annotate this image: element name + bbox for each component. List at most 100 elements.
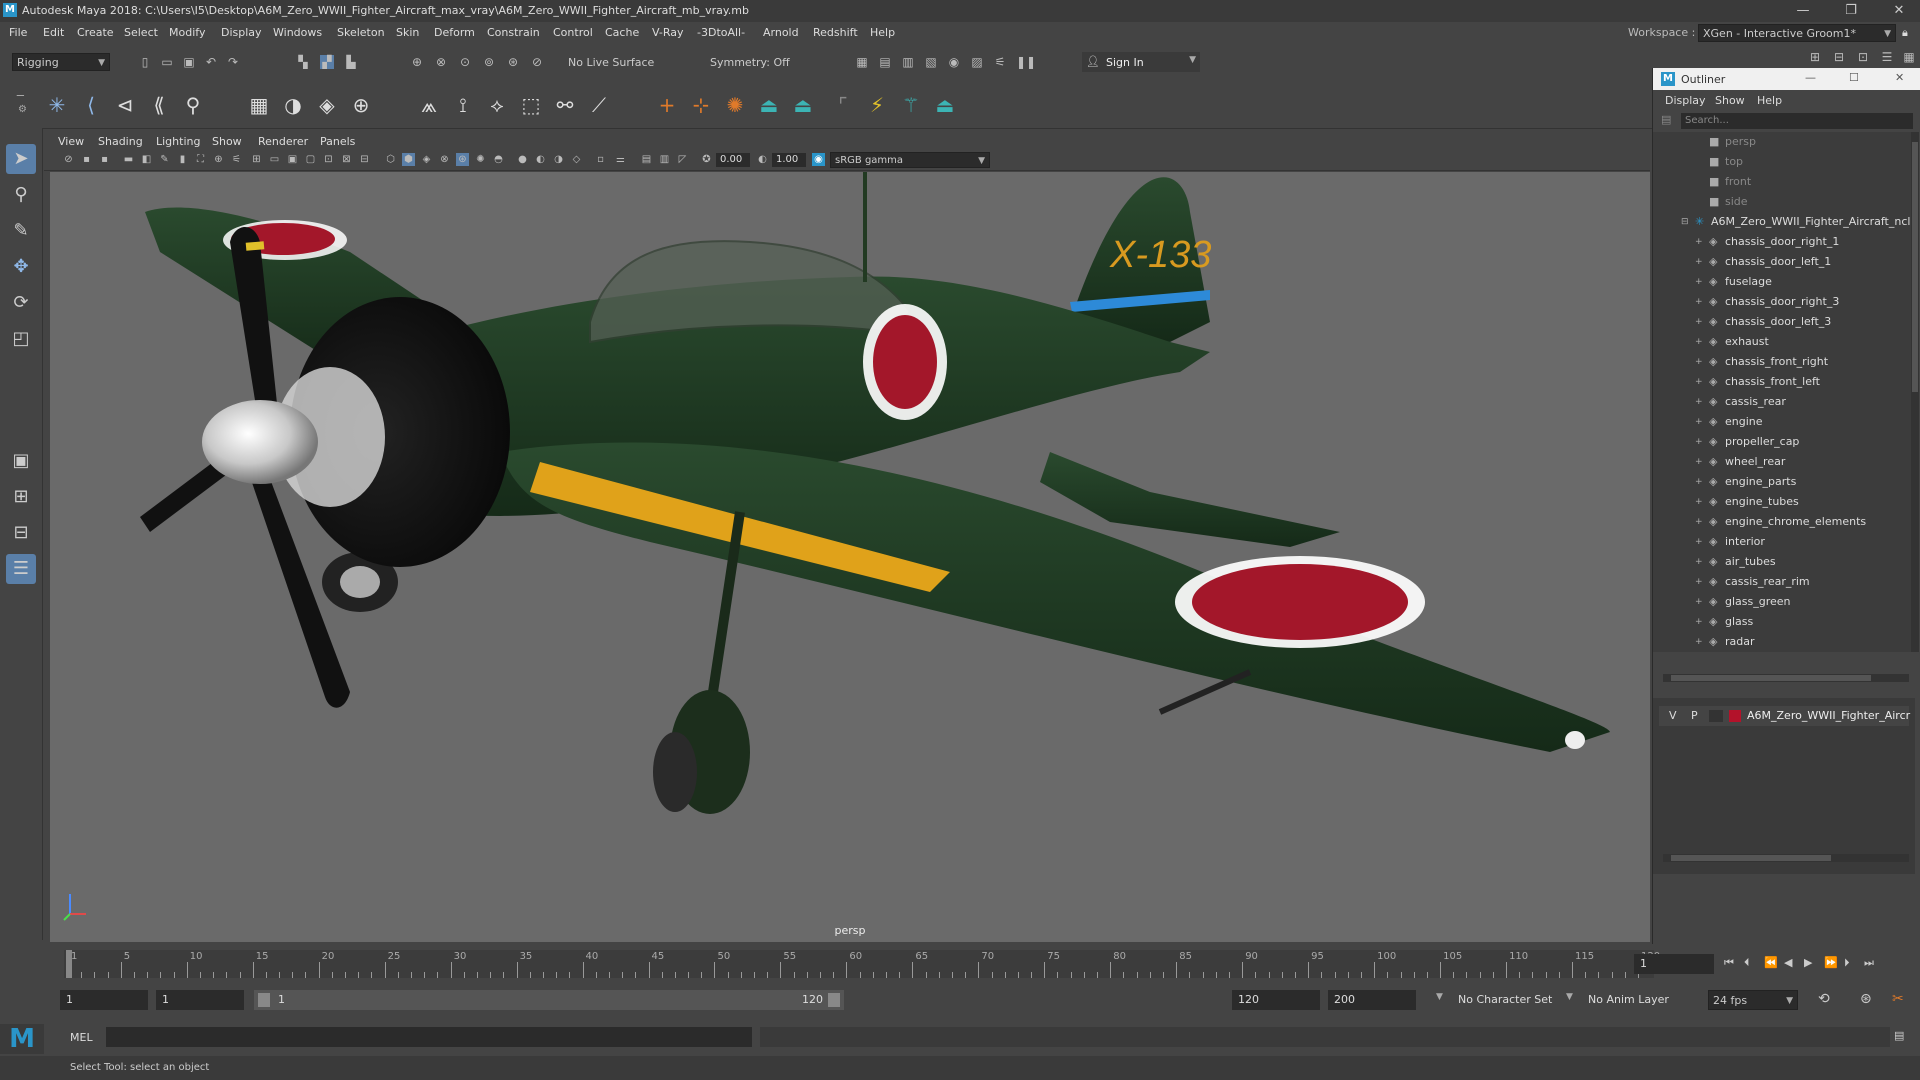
expand-icon[interactable]: + <box>1695 312 1703 332</box>
lasso-tool-icon[interactable]: ⚲ <box>6 180 36 210</box>
normal-constraint-icon[interactable]: ⚚ <box>898 92 924 118</box>
hscrollbar-thumb[interactable] <box>1671 675 1871 681</box>
layer-color-swatch[interactable] <box>1729 710 1741 722</box>
select-tool-icon[interactable]: ➤ <box>6 144 36 174</box>
3d-viewport[interactable]: X-133 persp <box>50 172 1650 942</box>
ipr-render-icon[interactable]: ▥ <box>901 55 915 69</box>
paint-select-icon[interactable]: ✎ <box>6 216 36 246</box>
step-forward-frame-icon[interactable]: ⏩ <box>1824 956 1838 969</box>
expand-icon[interactable]: + <box>1695 492 1703 512</box>
outliner-hscrollbar[interactable] <box>1663 674 1909 682</box>
ol-menu-show[interactable]: Show <box>1715 94 1745 107</box>
minimize-icon[interactable]: — <box>1805 71 1816 84</box>
bounding-box-icon[interactable]: ⊡ <box>322 153 335 166</box>
smooth-shade-icon[interactable]: ▣ <box>286 153 299 166</box>
menu-modify[interactable]: Modify <box>169 26 205 39</box>
current-frame-marker[interactable] <box>66 950 72 978</box>
point-constraint-icon[interactable]: + <box>654 92 680 118</box>
list-item[interactable]: ■ top <box>1653 152 1911 172</box>
render-sequence-icon[interactable]: ▤ <box>878 55 892 69</box>
orient-constraint-icon[interactable]: ✺ <box>722 92 748 118</box>
hud-icon[interactable]: ▤ <box>640 153 653 166</box>
attribute-editor-icon[interactable]: ⊟ <box>1832 50 1846 64</box>
tangent-constraint-icon[interactable]: ⏏ <box>932 92 958 118</box>
anti-alias-icon[interactable]: ◐ <box>534 153 547 166</box>
bind-skin-icon[interactable]: ▦ <box>246 92 272 118</box>
gamma-field[interactable]: 1.00 <box>772 153 806 167</box>
menu-vray[interactable]: V-Ray <box>652 26 684 39</box>
preferences-icon[interactable]: ✂ <box>1892 991 1904 1007</box>
bookmark-icon[interactable]: ▪ <box>98 153 111 166</box>
safe-frame-icon[interactable]: ◸ <box>676 153 689 166</box>
expand-icon[interactable]: + <box>1695 412 1703 432</box>
script-editor-icon[interactable]: ▤ <box>1894 1029 1904 1042</box>
animation-start-field[interactable]: 1 <box>60 990 148 1010</box>
vp-menu-renderer[interactable]: Renderer <box>258 135 308 148</box>
expand-icon[interactable]: + <box>1695 552 1703 572</box>
select-component-icon[interactable]: ▙ <box>344 55 358 69</box>
list-item[interactable]: + ◈ wheel_rear <box>1653 452 1911 472</box>
layer-row[interactable]: V P A6M_Zero_WWII_Fighter_Aircr <box>1659 706 1910 726</box>
expand-icon[interactable]: + <box>1695 372 1703 392</box>
rotate-tool-icon[interactable]: ⟳ <box>6 288 36 318</box>
vp-menu-lighting[interactable]: Lighting <box>156 135 200 148</box>
shadows-icon[interactable]: ✺ <box>474 153 487 166</box>
list-item[interactable]: + ◈ glass <box>1653 612 1911 632</box>
expand-icon[interactable]: + <box>1695 352 1703 372</box>
camera-2d-icon[interactable]: ◧ <box>140 153 153 166</box>
pole-vector-icon[interactable]: ⏏ <box>790 92 816 118</box>
expand-icon[interactable]: + <box>1695 452 1703 472</box>
animation-end-field[interactable]: 200 <box>1328 990 1416 1010</box>
menu-3dtoall[interactable]: -3DtoAll- <box>697 26 745 39</box>
list-item[interactable]: + ◈ radar <box>1653 632 1911 652</box>
current-frame-field[interactable]: 1 <box>1634 954 1714 974</box>
grease-pencil-icon[interactable]: ✎ <box>158 153 171 166</box>
outliner-layout-icon[interactable]: ☰ <box>6 554 36 584</box>
mirror-joint-icon[interactable]: ⚲ <box>180 92 206 118</box>
list-item[interactable]: + ◈ air_tubes <box>1653 552 1911 572</box>
wire-icon[interactable]: ⬚ <box>518 92 544 118</box>
range-end-handle[interactable] <box>828 993 840 1007</box>
resolution-icon[interactable]: ▥ <box>658 153 671 166</box>
close-icon[interactable]: ✕ <box>1882 0 1916 22</box>
shaded-mode-icon[interactable]: ⬢ <box>402 153 415 166</box>
symmetry-label[interactable]: Symmetry: Off <box>710 56 810 69</box>
use-lights-icon[interactable]: ⬡ <box>384 153 397 166</box>
new-scene-icon[interactable]: ▯ <box>138 55 152 69</box>
menu-display[interactable]: Display <box>221 26 262 39</box>
vp-menu-view[interactable]: View <box>58 135 84 148</box>
depth-of-field-icon[interactable]: ◑ <box>552 153 565 166</box>
xray-icon[interactable]: ▫ <box>594 153 607 166</box>
restore-icon[interactable]: ❐ <box>1834 0 1868 22</box>
ol-menu-help[interactable]: Help <box>1757 94 1782 107</box>
layer-hscrollbar[interactable] <box>1663 854 1909 862</box>
tool-settings-icon[interactable]: ⊡ <box>1856 50 1870 64</box>
menu-select[interactable]: Select <box>124 26 158 39</box>
expand-icon[interactable]: + <box>1695 272 1703 292</box>
list-item[interactable]: + ◈ chassis_door_right_1 <box>1653 232 1911 252</box>
two-view-icon[interactable]: ⊟ <box>6 518 36 548</box>
live-surface-label[interactable]: No Live Surface <box>568 56 668 69</box>
maximize-icon[interactable]: ☐ <box>1849 71 1859 84</box>
blend-shape-icon[interactable]: ⟟ <box>450 92 476 118</box>
playback-end-field[interactable]: 120 <box>1232 990 1320 1010</box>
layer-visibility[interactable]: V <box>1669 709 1677 722</box>
image-plane-icon[interactable]: ▬ <box>122 153 135 166</box>
character-set-label[interactable]: No Character Set <box>1458 993 1552 1006</box>
cluster-icon[interactable]: ⩕ <box>416 92 442 118</box>
wireframe-icon[interactable]: ▭ <box>268 153 281 166</box>
range-start-handle[interactable] <box>258 993 270 1007</box>
channel-box-icon[interactable]: ☰ <box>1880 50 1894 64</box>
list-item[interactable]: + ◈ chassis_door_left_1 <box>1653 252 1911 272</box>
select-hierarchy-icon[interactable]: ▚ <box>296 55 310 69</box>
list-item[interactable]: ⊟ ✳ A6M_Zero_WWII_Fighter_Aircraft_ncl1 <box>1653 212 1911 232</box>
shelf-menu-icon[interactable]: ⚊ <box>16 88 25 99</box>
select-camera-icon[interactable]: ⚌ <box>614 153 627 166</box>
grid-icon[interactable]: ⊞ <box>250 153 263 166</box>
menu-constrain[interactable]: Constrain <box>487 26 540 39</box>
menu-edit[interactable]: Edit <box>43 26 64 39</box>
film-gate-icon[interactable]: ⛶ <box>194 153 207 166</box>
expand-icon[interactable]: + <box>1695 472 1703 492</box>
exposure-icon[interactable]: ✪ <box>700 153 713 166</box>
render-view-icon[interactable]: ▨ <box>970 55 984 69</box>
